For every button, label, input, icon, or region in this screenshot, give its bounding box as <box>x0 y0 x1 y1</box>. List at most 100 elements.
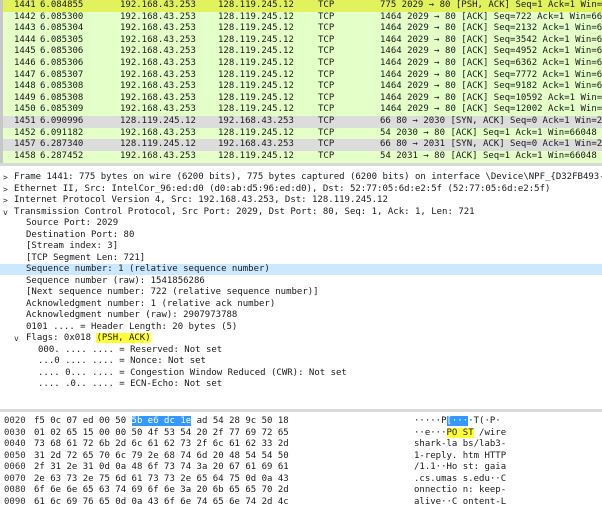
tree-stream-index[interactable]: [Stream index: 3] <box>0 241 602 252</box>
packet-time: 6.085306 <box>40 58 84 68</box>
hex-bytes: 6f 6e 6e 65 63 74 69 6f 6e 3a 20 6b 65 6… <box>34 485 289 495</box>
expand-arrow-icon[interactable]: > <box>3 184 13 195</box>
packet-destination: 192.168.43.253 <box>218 139 294 150</box>
packet-destination: 128.119.245.12 <box>218 46 294 57</box>
hex-row[interactable]: 0060 2f 31 2e 31 0d 0a 48 6f 73 74 3a 20… <box>0 462 602 473</box>
packet-info: 1464 2029 → 80 [ACK] Seq=3542 Ack=1 Win=… <box>380 34 602 45</box>
packet-row[interactable]: 1451 6.090996 128.119.245.12 192.168.43.253… <box>0 116 602 128</box>
tree-flags[interactable]: v Flags: 0x018 (PSH, ACK) <box>0 333 602 344</box>
packet-destination: 128.119.245.12 <box>218 150 294 161</box>
packet-row[interactable]: 1441 6.084855 192.168.43.253 128.119.245.12… <box>0 0 602 12</box>
packet-destination: 128.119.245.12 <box>218 23 294 34</box>
hex-offset: 0040 <box>4 439 26 449</box>
packet-source: 192.168.43.253 <box>120 69 196 80</box>
packet-protocol: TCP <box>318 92 335 103</box>
tree-tcp[interactable]: v Transmission Control Protocol, Src Por… <box>0 207 602 218</box>
packet-row[interactable]: 1442 6.085300 192.168.43.253 128.119.245.12… <box>0 11 602 24</box>
packet-row[interactable]: 1445 6.085306 192.168.43.253 128.119.245.12… <box>0 46 602 58</box>
packet-destination: 128.119.245.12 <box>218 69 294 80</box>
flags-value-highlight: (PSH, ACK) <box>96 333 151 343</box>
packet-time: 6.091182 <box>40 127 84 138</box>
packet-row[interactable]: 1444 6.085305 192.168.43.253 128.119.245.12… <box>0 34 602 47</box>
hex-ascii-highlight: PO ST <box>446 427 474 438</box>
packet-protocol: TCP <box>318 69 335 80</box>
ack-number-field: Acknowledgment number: 1 (relative ack n… <box>26 298 276 309</box>
packet-source: 128.119.245.12 <box>120 116 196 126</box>
next-seq-field: [Next sequence number: 722 (relative seq… <box>26 287 319 297</box>
tree-next-seq[interactable]: [Next sequence number: 722 (relative seq… <box>0 287 602 298</box>
packet-source: 128.119.245.12 <box>120 139 196 150</box>
packet-row[interactable]: 1449 6.085308 192.168.43.253 128.119.245.12… <box>0 92 602 105</box>
packet-list[interactable]: 1441 6.084855 192.168.43.253 128.119.245.12… <box>0 0 602 163</box>
flags-field: Flags: 0x018 (PSH, ACK) <box>26 333 151 344</box>
packet-row[interactable]: 1447 6.085307 192.168.43.253 128.119.245.12… <box>0 69 602 82</box>
packet-row[interactable]: 1448 6.085308 192.168.43.253 128.119.245.12… <box>0 81 602 93</box>
collapse-arrow-icon[interactable]: v <box>14 333 24 344</box>
hex-row[interactable]: 0040 73 68 61 72 6b 2d 6c 61 62 73 2f 6c… <box>0 439 602 450</box>
packet-info: 66 80 → 2031 [SYN, ACK] Seq=0 Ack=1 Win=… <box>380 139 602 150</box>
flag-nonce-field: ...0 .... .... = Nonce: Not set <box>38 356 206 366</box>
hex-ascii-selected: [··· <box>446 416 469 426</box>
packet-source: 192.168.43.253 <box>120 92 196 103</box>
hex-offset: 0070 <box>4 473 26 484</box>
tree-seq-raw[interactable]: Sequence number (raw): 1541856286 <box>0 276 602 287</box>
expand-arrow-icon[interactable]: > <box>3 172 13 183</box>
packet-destination: 128.119.245.12 <box>218 104 294 115</box>
packet-row[interactable]: 1446 6.085306 192.168.43.253 128.119.245.12… <box>0 58 602 70</box>
tree-source-port[interactable]: Source Port: 2029 <box>0 218 602 229</box>
hex-ascii: .cs.umas s.edu··C <box>414 473 507 484</box>
hex-bytes: 31 2d 72 65 70 6c 79 2e 68 74 6d 20 48 5… <box>34 450 289 461</box>
tree-flag-cwr[interactable]: .... 0... .... = Congestion Window Reduc… <box>0 368 602 379</box>
packet-info: 1464 2029 → 80 [ACK] Seq=6362 Ack=1 Win=… <box>380 58 602 68</box>
packet-row[interactable]: 1450 6.085309 192.168.43.253 128.119.245.12… <box>0 104 602 116</box>
packet-row[interactable]: 1457 6.287340 128.119.245.12 192.168.43.253… <box>0 139 602 151</box>
packet-time: 6.084855 <box>40 0 84 10</box>
seq-raw-field: Sequence number (raw): 1541856286 <box>26 275 205 286</box>
tree-seq-number[interactable]: Sequence number: 1 (relative sequence nu… <box>0 264 602 276</box>
pane-divider[interactable] <box>0 409 602 412</box>
packet-time: 6.090996 <box>40 116 84 126</box>
pane-divider[interactable] <box>0 163 602 166</box>
hex-row[interactable]: 0080 6f 6e 6e 65 63 74 69 6f 6e 3a 20 6b… <box>0 485 602 496</box>
tree-dest-port[interactable]: Destination Port: 80 <box>0 230 602 241</box>
hex-offset: 0060 <box>4 462 26 472</box>
hex-ascii: ·····P[····T(·P· <box>414 416 501 427</box>
expand-arrow-icon[interactable]: > <box>3 195 13 206</box>
packet-time: 6.287452 <box>40 150 84 161</box>
hex-row[interactable]: 0050 31 2d 72 65 70 6c 79 2e 68 74 6d 20… <box>0 451 602 462</box>
hex-bytes: 2e 63 73 2e 75 6d 61 73 73 2e 65 64 75 0… <box>34 473 289 484</box>
collapse-arrow-icon[interactable]: v <box>3 207 13 218</box>
tree-ethernet[interactable]: > Ethernet II, Src: IntelCor_96:ed:d0 (d… <box>0 184 602 195</box>
tree-flag-ecn[interactable]: .... .0.. .... = ECN-Echo: Not set <box>0 379 602 390</box>
packet-row[interactable]: 1452 6.091182 192.168.43.253 128.119.245.12… <box>0 127 602 140</box>
tree-ip[interactable]: > Internet Protocol Version 4, Src: 192.… <box>0 195 602 206</box>
packet-destination: 128.119.245.12 <box>218 58 294 68</box>
tree-segment-len[interactable]: [TCP Segment Len: 721] <box>0 253 602 264</box>
packet-protocol: TCP <box>318 104 335 115</box>
tree-flag-reserved[interactable]: 000. .... .... = Reserved: Not set <box>0 345 602 356</box>
hex-row[interactable]: 0020 f5 0c 07 ed 00 50 5b e6 dc 1e ad 54… <box>0 416 602 427</box>
packet-time: 6.085309 <box>40 104 84 115</box>
tree-flag-nonce[interactable]: ...0 .... .... = Nonce: Not set <box>0 356 602 367</box>
tree-ack-number[interactable]: Acknowledgment number: 1 (relative ack n… <box>0 299 602 310</box>
packet-time: 6.085305 <box>40 34 84 45</box>
tree-header-len[interactable]: 0101 .... = Header Length: 20 bytes (5) <box>0 322 602 333</box>
hex-row[interactable]: 0070 2e 63 73 2e 75 6d 61 73 73 2e 65 64… <box>0 474 602 485</box>
hex-row[interactable]: 0090 61 6c 69 76 65 0d 0a 43 6f 6e 74 65… <box>0 497 602 508</box>
packet-details-pane: > Frame 1441: 775 bytes on wire (6200 bi… <box>0 168 602 412</box>
seq-number-field: Sequence number: 1 (relative sequence nu… <box>26 264 270 274</box>
hex-bytes-post: ad 54 28 9c 50 18 <box>191 416 289 426</box>
packet-row[interactable]: 1443 6.085304 192.168.43.253 128.119.245.12… <box>0 23 602 35</box>
frame-summary: Frame 1441: 775 bytes on wire (6200 bits… <box>14 172 602 182</box>
hex-offset: 0020 <box>4 416 26 426</box>
hex-bytes-pre: f5 0c 07 ed 00 50 <box>34 416 132 426</box>
hex-ascii-pre: ··e··· <box>414 427 447 438</box>
packet-info: 1464 2029 → 80 [ACK] Seq=2132 Ack=1 Win=… <box>380 23 602 34</box>
stream-index-field: [Stream index: 3] <box>26 241 119 251</box>
tree-frame[interactable]: > Frame 1441: 775 bytes on wire (6200 bi… <box>0 172 602 183</box>
tree-ack-raw[interactable]: Acknowledgment number (raw): 2907973788 <box>0 310 602 321</box>
packet-row[interactable]: 1458 6.287452 192.168.43.253 128.119.245.12… <box>0 150 602 163</box>
packet-time: 6.085306 <box>40 46 84 57</box>
packet-info: 1464 2029 → 80 [ACK] Seq=7772 Ack=1 Win=… <box>380 69 602 80</box>
hex-row[interactable]: 0030 01 02 65 15 00 00 50 4f 53 54 20 2f… <box>0 427 602 439</box>
